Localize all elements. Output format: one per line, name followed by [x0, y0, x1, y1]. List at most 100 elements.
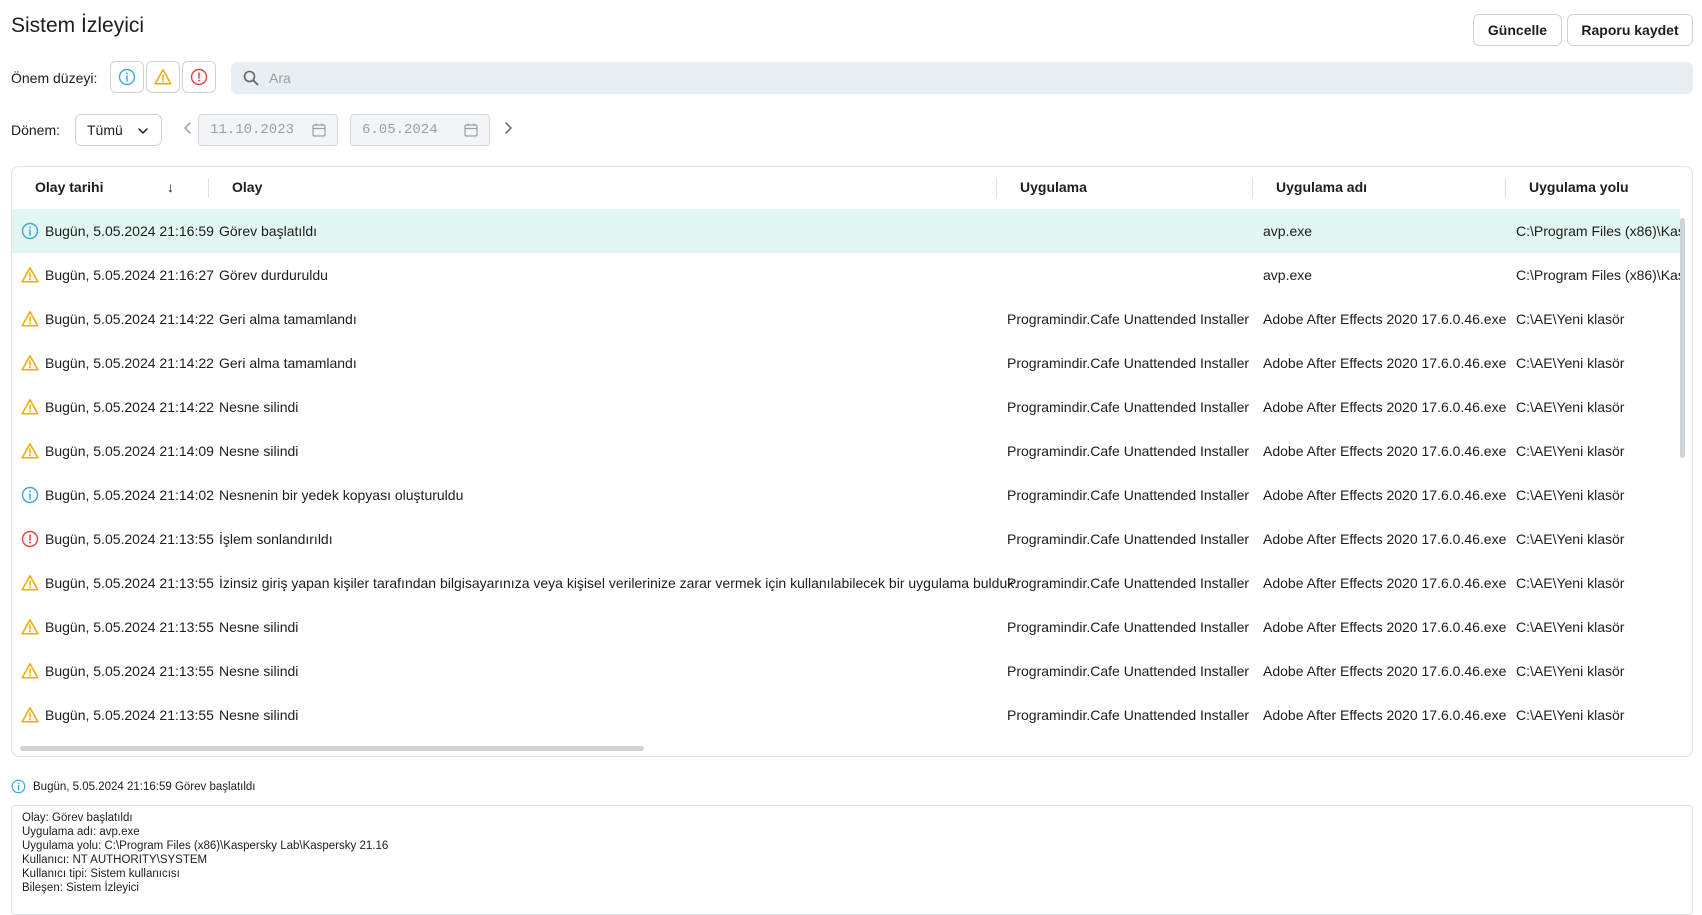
warning-icon [21, 355, 39, 371]
table-header: Olay tarihi ↓ Olay Uygulama Uygulama adı… [12, 167, 1692, 209]
cell-date: Bugün, 5.05.2024 21:13:55 [45, 619, 214, 635]
cell-event: Geri alma tamamlandı [219, 311, 357, 327]
detail-line: Kullanıcı: NT AUTHORITY\SYSTEM [22, 854, 208, 866]
error-icon [190, 68, 208, 86]
cell-date: Bugün, 5.05.2024 21:13:55 [45, 707, 214, 723]
warning-icon [21, 663, 39, 679]
table-row[interactable]: Bugün, 5.05.2024 21:13:55 Nesne silindi Pr… [12, 605, 1680, 649]
cell-date: Bugün, 5.05.2024 21:14:22 [45, 399, 214, 415]
next-period-icon[interactable] [503, 121, 513, 135]
date-to-value: 6.05.2024 [362, 122, 438, 138]
search-icon [243, 70, 259, 86]
severity-info-toggle[interactable] [110, 61, 144, 93]
cell-date: Bugün, 5.05.2024 21:16:59 [45, 223, 214, 239]
column-header-application-name[interactable]: Uygulama adı [1276, 179, 1367, 195]
cell-application-path: C:\AE\Yeni klasör [1516, 663, 1625, 679]
cell-application-name: Adobe After Effects 2020 17.6.0.46.exe [1263, 355, 1507, 371]
column-header-application-path[interactable]: Uygulama yolu [1529, 179, 1629, 195]
warning-icon [21, 311, 39, 327]
detail-line: Bileşen: Sistem İzleyici [22, 882, 139, 894]
cell-application-path: C:\Program Files (x86)\Kas [1516, 223, 1685, 239]
cell-date: Bugün, 5.05.2024 21:14:22 [45, 311, 214, 327]
previous-period-icon[interactable] [183, 121, 193, 135]
date-from-value: 11.10.2023 [210, 122, 295, 138]
warning-icon [21, 575, 39, 591]
warning-icon [154, 69, 172, 85]
column-header-application[interactable]: Uygulama [1020, 179, 1087, 195]
cell-application-path: C:\Program Files (x86)\Kas [1516, 267, 1685, 283]
search-input[interactable] [267, 69, 1671, 87]
cell-date: Bugün, 5.05.2024 21:14:22 [45, 355, 214, 371]
cell-application-path: C:\AE\Yeni klasör [1516, 311, 1625, 327]
cell-application: Programindir.Cafe Unattended Installer [1007, 619, 1250, 635]
cell-application-name: Adobe After Effects 2020 17.6.0.46.exe [1263, 619, 1507, 635]
cell-date: Bugün, 5.05.2024 21:14:02 [45, 487, 214, 503]
table-row[interactable]: Bugün, 5.05.2024 21:13:55 Nesne silindi Pr… [12, 693, 1680, 737]
warning-icon [21, 707, 39, 723]
column-divider[interactable] [1505, 178, 1506, 198]
info-icon [118, 68, 136, 86]
table-row[interactable]: Bugün, 5.05.2024 21:14:22 Geri alma tamam… [12, 341, 1680, 385]
detail-panel[interactable]: Olay: Görev başlatıldı Uygulama adı: avp… [11, 805, 1693, 915]
table-row[interactable]: Bugün, 5.05.2024 21:16:59 Görev başlatıld… [12, 209, 1685, 253]
column-divider[interactable] [996, 178, 997, 198]
cell-application-path: C:\AE\Yeni klasör [1516, 531, 1625, 547]
detail-summary: Bugün, 5.05.2024 21:16:59 Görev başlatıl… [33, 780, 256, 793]
cell-application-name: Adobe After Effects 2020 17.6.0.46.exe [1263, 663, 1507, 679]
vertical-scrollbar[interactable] [1680, 218, 1685, 458]
table-row[interactable]: Bugün, 5.05.2024 21:14:22 Geri alma tamam… [12, 297, 1680, 341]
warning-icon [21, 267, 39, 283]
cell-event: Nesnenin bir yedek kopyası oluşturuldu [219, 487, 464, 503]
table-row[interactable]: Bugün, 5.05.2024 21:13:55 İşlem sonlandır… [12, 517, 1680, 561]
period-value: Tümü [87, 122, 123, 138]
table-row[interactable]: Bugün, 5.05.2024 21:13:55 Nesne silindi Pr… [12, 649, 1680, 693]
severity-filter [110, 61, 216, 93]
save-report-button[interactable]: Raporu kaydet [1567, 14, 1693, 46]
cell-application-name: Adobe After Effects 2020 17.6.0.46.exe [1263, 399, 1507, 415]
column-divider[interactable] [208, 178, 209, 198]
severity-error-toggle[interactable] [182, 61, 216, 93]
refresh-button[interactable]: Güncelle [1473, 14, 1562, 46]
cell-application: Programindir.Cafe Unattended Installer [1007, 531, 1250, 547]
cell-application-name: Adobe After Effects 2020 17.6.0.46.exe [1263, 707, 1507, 723]
warning-icon [21, 443, 39, 459]
calendar-icon [464, 123, 478, 137]
table-row[interactable]: Bugün, 5.05.2024 21:16:27 Görev durduruld… [12, 253, 1685, 297]
period-select[interactable]: Tümü [75, 114, 162, 146]
cell-date: Bugün, 5.05.2024 21:13:55 [45, 663, 214, 679]
cell-event: Görev durduruldu [219, 267, 328, 283]
cell-event: Nesne silindi [219, 443, 299, 459]
detail-header: Bugün, 5.05.2024 21:16:59 Görev başlatıl… [11, 779, 256, 794]
table-row[interactable]: Bugün, 5.05.2024 21:14:22 Nesne silindi Pr… [12, 385, 1680, 429]
sort-desc-icon[interactable]: ↓ [167, 179, 174, 195]
cell-application: Programindir.Cafe Unattended Installer [1007, 355, 1250, 371]
cell-application-name: Adobe After Effects 2020 17.6.0.46.exe [1263, 311, 1507, 327]
date-from-field[interactable]: 11.10.2023 [198, 114, 338, 146]
cell-application-path: C:\AE\Yeni klasör [1516, 575, 1625, 591]
cell-date: Bugün, 5.05.2024 21:16:27 [45, 267, 214, 283]
table-row[interactable]: Bugün, 5.05.2024 21:13:55 İzinsiz giriş y… [12, 561, 1680, 605]
cell-application: Programindir.Cafe Unattended Installer [1007, 487, 1250, 503]
horizontal-scrollbar[interactable] [20, 746, 644, 751]
column-header-date[interactable]: Olay tarihi [35, 179, 103, 195]
cell-application-path: C:\AE\Yeni klasör [1516, 619, 1625, 635]
cell-application: Programindir.Cafe Unattended Installer [1007, 707, 1250, 723]
table-row[interactable]: Bugün, 5.05.2024 21:14:09 Nesne silindi Pr… [12, 429, 1680, 473]
cell-event: Nesne silindi [219, 619, 299, 635]
chevron-down-icon [138, 128, 148, 134]
cell-event: İşlem sonlandırıldı [219, 531, 333, 547]
error-icon [21, 530, 39, 548]
cell-event: Görev başlatıldı [219, 223, 318, 239]
cell-application-path: C:\AE\Yeni klasör [1516, 355, 1625, 371]
column-divider[interactable] [1252, 178, 1253, 198]
severity-warning-toggle[interactable] [146, 61, 180, 93]
cell-date: Bugün, 5.05.2024 21:13:55 [45, 575, 214, 591]
warning-icon [21, 619, 39, 635]
cell-application: Programindir.Cafe Unattended Installer [1007, 399, 1250, 415]
date-to-field[interactable]: 6.05.2024 [350, 114, 490, 146]
cell-event: İzinsiz giriş yapan kişiler tarafından b… [219, 575, 1019, 591]
detail-line: Kullanıcı tipi: Sistem kullanıcısı [22, 868, 180, 880]
column-header-event[interactable]: Olay [232, 179, 262, 195]
cell-application-path: C:\AE\Yeni klasör [1516, 487, 1625, 503]
table-row[interactable]: Bugün, 5.05.2024 21:14:02 Nesnenin bir ye… [12, 473, 1680, 517]
